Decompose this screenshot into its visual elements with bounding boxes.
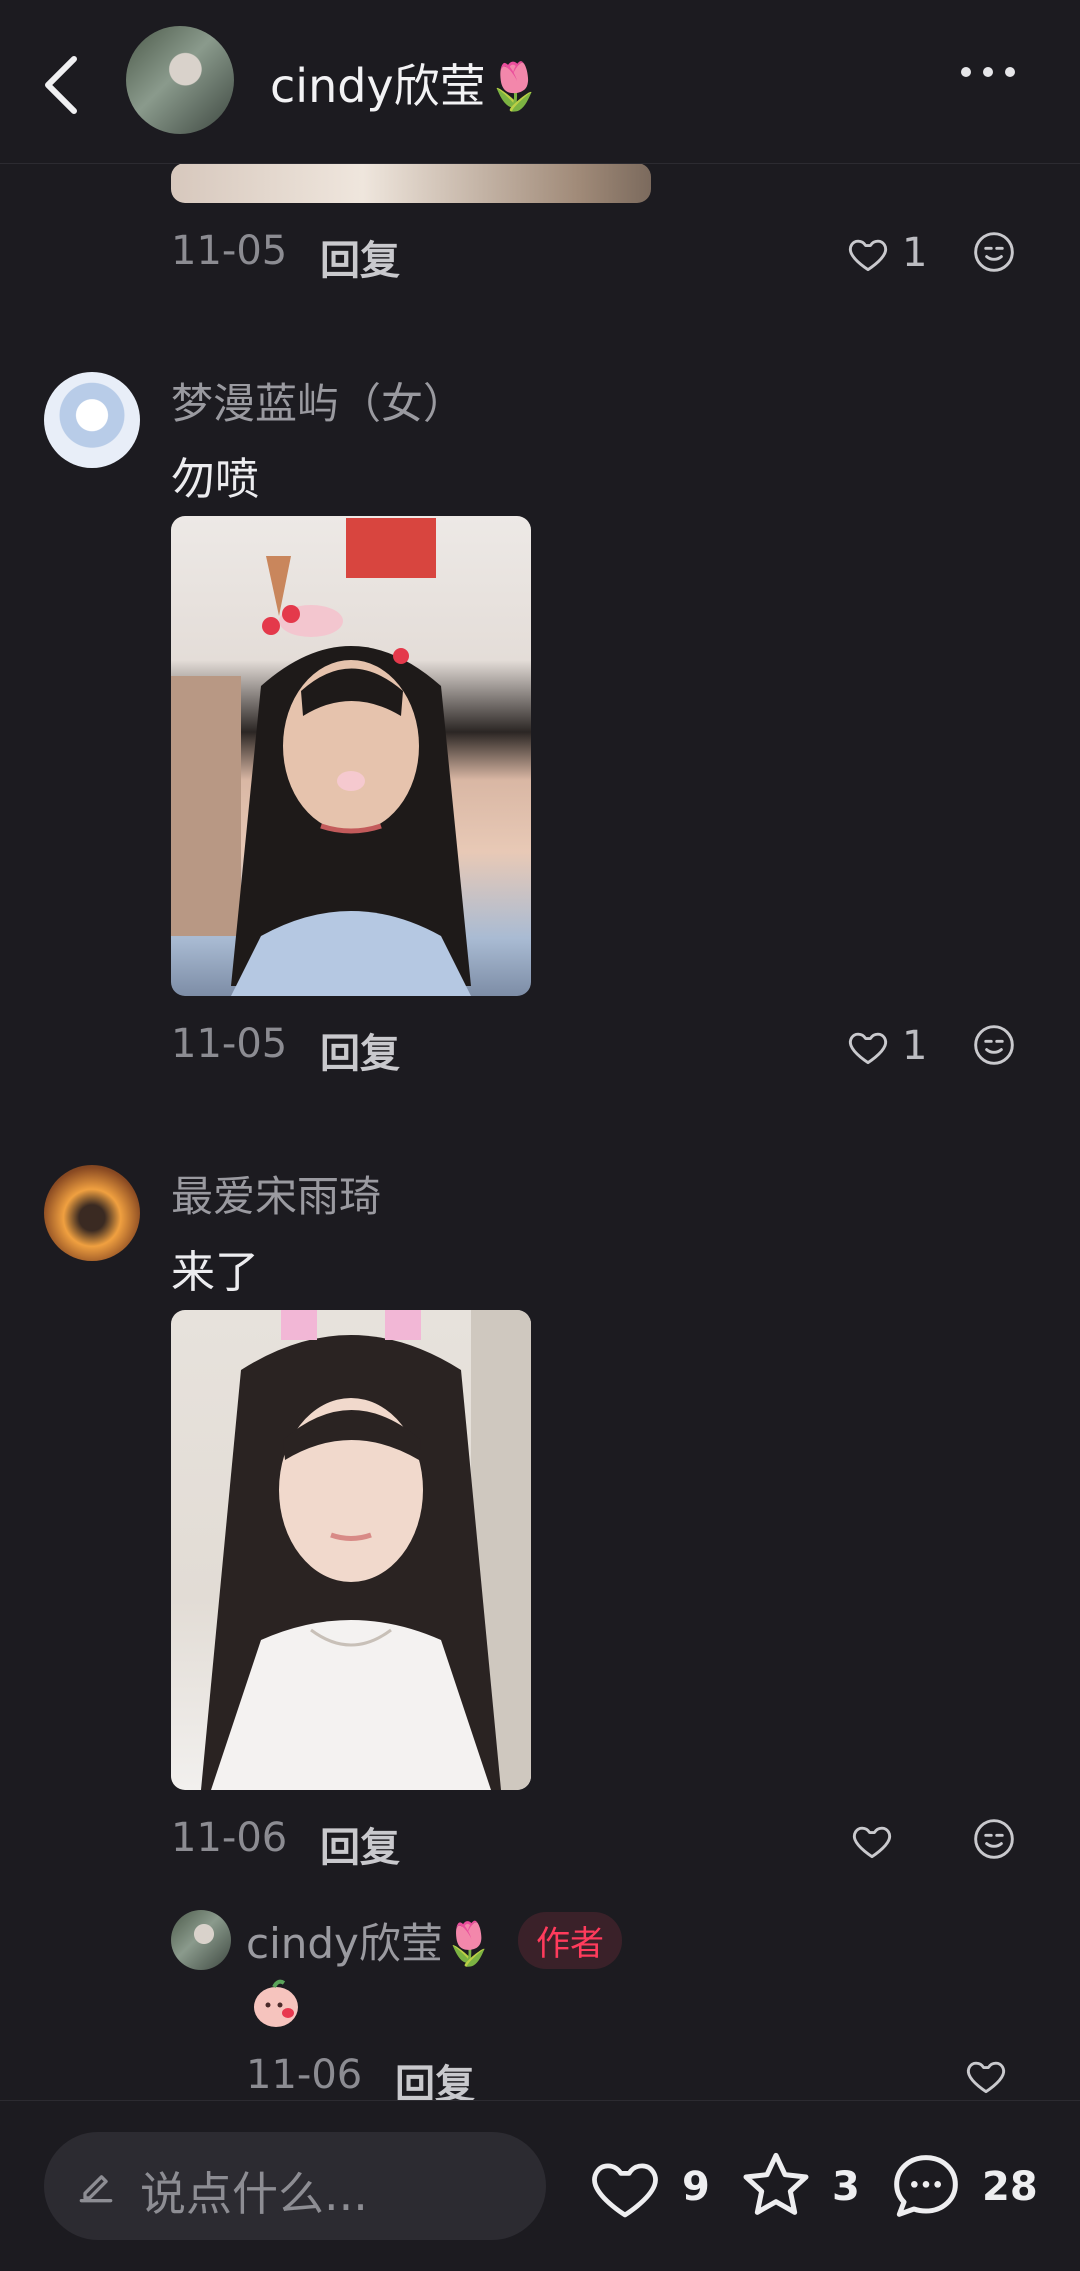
photo-illustration	[171, 518, 471, 996]
commenter-username[interactable]: 最爱宋雨琦	[171, 1163, 381, 1224]
comment-date: 11-05	[171, 228, 288, 274]
peach-sticker-icon	[254, 1979, 298, 2027]
author-reply-avatar[interactable]	[171, 1910, 231, 1970]
author-name: cindy欣莹	[270, 59, 486, 113]
reply-button[interactable]: 回复	[320, 1021, 400, 1079]
back-button[interactable]	[36, 45, 96, 125]
author-avatar[interactable]	[126, 26, 234, 134]
heart-icon	[592, 2163, 658, 2218]
like-count: 1	[902, 230, 928, 276]
dot-icon	[983, 67, 993, 77]
heart-icon	[852, 1826, 892, 1859]
favorite-button[interactable]: 3	[736, 2146, 866, 2226]
comment-input-placeholder: 说点什么...	[140, 2167, 368, 2221]
heart-icon	[966, 2061, 1006, 2094]
dot-icon	[1005, 67, 1015, 77]
reply-button[interactable]: 回复	[320, 228, 400, 286]
page-title[interactable]: cindy欣莹🌷	[270, 50, 543, 116]
comments-button[interactable]: 28	[886, 2146, 1046, 2226]
author-reply-username[interactable]: cindy欣莹🌷	[246, 1910, 495, 1971]
dot-icon	[961, 67, 971, 77]
like-button[interactable]	[850, 1817, 900, 1867]
comment-image[interactable]	[171, 516, 531, 996]
reply-button[interactable]: 回复	[320, 1815, 400, 1873]
comment-count: 28	[982, 2164, 1038, 2210]
like-button[interactable]: 1	[846, 230, 946, 280]
commenter-username[interactable]: 梦漫蓝屿（女）	[171, 370, 465, 431]
commenter-avatar[interactable]	[44, 1165, 140, 1261]
smiley-icon	[974, 232, 1014, 272]
tulip-emoji: 🌷	[485, 59, 543, 113]
comment-date: 11-05	[171, 1021, 288, 1067]
like-button[interactable]: 1	[846, 1023, 946, 1073]
comment-image[interactable]	[171, 163, 651, 203]
like-count: 9	[682, 2164, 710, 2210]
like-post-button[interactable]: 9	[586, 2150, 716, 2226]
chat-bubble-icon	[894, 2155, 958, 2217]
header-bar: cindy欣莹🌷	[0, 0, 1080, 164]
like-count: 1	[902, 1023, 928, 1069]
chevron-left-icon	[45, 56, 77, 114]
star-count: 3	[832, 2164, 860, 2210]
author-name: cindy欣莹	[246, 1919, 443, 1968]
commenter-avatar[interactable]	[44, 372, 140, 468]
star-icon	[743, 2152, 809, 2215]
emoji-reaction-button[interactable]	[972, 230, 1016, 278]
pencil-icon	[79, 2175, 113, 2203]
comment-text: 勿喷	[171, 454, 259, 505]
more-options-button[interactable]	[955, 62, 1025, 102]
photo-illustration	[201, 1310, 531, 1790]
like-button[interactable]	[964, 2054, 1014, 2100]
tulip-emoji: 🌷	[442, 1919, 496, 1968]
heart-icon	[848, 239, 888, 272]
comment-text: 来了	[171, 1247, 259, 1298]
emoji-reaction-button[interactable]	[972, 1023, 1016, 1071]
comment-image[interactable]	[171, 1310, 531, 1790]
comment-date: 11-06	[171, 1815, 288, 1861]
sticker-emoji	[248, 1975, 304, 2031]
reply-date: 11-06	[246, 2052, 363, 2098]
smiley-icon	[974, 1025, 1014, 1065]
author-badge: 作者	[518, 1912, 622, 1969]
heart-icon	[848, 1032, 888, 1065]
smiley-icon	[974, 1819, 1014, 1859]
emoji-reaction-button[interactable]	[972, 1817, 1016, 1865]
